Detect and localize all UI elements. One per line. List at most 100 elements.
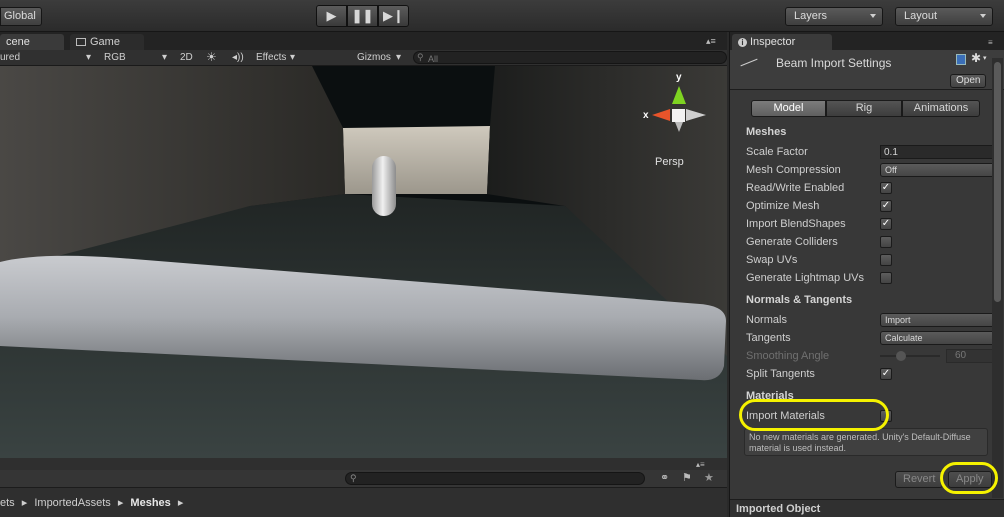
gizmo-neg-y-arrow[interactable] — [675, 122, 683, 132]
filter-by-label-icon[interactable]: ⚑ — [682, 471, 692, 484]
scrollbar-thumb[interactable] — [994, 62, 1001, 302]
tab-game[interactable]: Game — [70, 34, 144, 50]
split-tangents-checkbox[interactable]: ✓ — [880, 368, 892, 380]
persp-label[interactable]: Persp — [655, 156, 684, 168]
game-icon — [76, 38, 86, 46]
tab-model[interactable]: Model — [751, 100, 826, 117]
normals-select[interactable]: Import▴▾ — [880, 313, 1002, 327]
pivot-rotation-toggle[interactable]: Global — [0, 7, 42, 26]
chevron-right-icon: ▸ — [21, 497, 28, 509]
chevron-down-icon: ▾ — [290, 52, 296, 63]
smoothing-angle-row: Smoothing Angle 60 — [746, 347, 1002, 365]
gizmo-x-arrow[interactable] — [652, 109, 670, 121]
render-mode-dropdown[interactable]: RGB — [104, 52, 126, 63]
generate-lightmap-label: Generate Lightmap UVs — [746, 272, 865, 284]
gear-icon[interactable]: ✱ — [971, 51, 981, 65]
play-button[interactable]: ▶ — [316, 5, 347, 27]
inspector-scrollbar[interactable] — [992, 58, 1003, 498]
normals-value: Import — [885, 315, 911, 325]
generate-colliders-label: Generate Colliders — [746, 236, 838, 248]
inspector-tab-bar: i Inspector ≡ — [730, 32, 1004, 50]
scale-factor-row: Scale Factor 0.1 — [746, 143, 1002, 161]
import-blendshapes-label: Import BlendShapes — [746, 218, 846, 230]
toggle-2d-button[interactable]: 2D — [180, 52, 193, 63]
mesh-compression-row: Mesh Compression Off▴▾ — [746, 161, 1002, 179]
breadcrumb-item[interactable]: ImportedAssets — [34, 497, 110, 509]
layers-dropdown[interactable]: Layers — [785, 7, 883, 26]
gizmo-neg-x-arrow[interactable] — [686, 109, 706, 121]
tab-rig[interactable]: Rig — [826, 100, 902, 117]
tangents-select[interactable]: Calculate▴▾ — [880, 331, 1002, 345]
search-placeholder: All — [428, 54, 439, 64]
tab-scene[interactable]: cene — [0, 34, 64, 50]
shading-mode-dropdown[interactable]: ured — [0, 52, 20, 63]
scene-tab-bar: cene Game ▴≡ — [0, 32, 727, 50]
smoothing-angle-slider[interactable] — [880, 355, 940, 357]
tangents-label: Tangents — [746, 332, 791, 344]
pause-button[interactable]: ❚❚ — [347, 5, 378, 27]
mesh-compression-select[interactable]: Off▴▾ — [880, 163, 1002, 177]
search-icon: ⚲ — [417, 52, 424, 62]
open-button[interactable]: Open — [950, 74, 987, 88]
scene-view-toolbar: ured ▾ RGB ▾ 2D ☀ ◂)) Effects ▾ Gizmos ▾… — [0, 50, 727, 66]
gizmo-center-cube[interactable] — [672, 109, 685, 122]
meshes-section-header: Meshes — [746, 126, 787, 138]
breadcrumb-item[interactable]: Meshes — [130, 497, 170, 509]
search-icon: ⚲ — [350, 473, 357, 483]
help-book-icon[interactable] — [956, 54, 966, 65]
mesh-compression-label: Mesh Compression — [746, 164, 841, 176]
step-button[interactable]: ▶❙ — [378, 5, 409, 27]
optimize-mesh-checkbox[interactable]: ✓ — [880, 200, 892, 212]
gizmo-y-arrow[interactable] — [672, 86, 686, 104]
optimize-mesh-label: Optimize Mesh — [746, 200, 820, 212]
slider-handle[interactable] — [896, 351, 906, 361]
tab-inspector[interactable]: i Inspector — [732, 34, 832, 50]
chevron-down-icon: ▾ — [396, 52, 402, 63]
tab-animations[interactable]: Animations — [902, 100, 980, 117]
audio-icon[interactable]: ◂)) — [232, 52, 244, 63]
normals-section-header: Normals & Tangents — [746, 294, 853, 306]
normals-row: Normals Import▴▾ — [746, 311, 1002, 329]
swap-uvs-checkbox[interactable] — [880, 254, 892, 266]
tab-inspector-label: Inspector — [750, 36, 796, 48]
scale-factor-input[interactable]: 0.1 — [880, 145, 1002, 159]
chevron-down-icon — [870, 14, 876, 18]
asset-title: Beam Import Settings — [776, 56, 892, 70]
filter-by-type-icon[interactable]: ⚭ — [660, 471, 669, 484]
import-blendshapes-checkbox[interactable]: ✓ — [880, 218, 892, 230]
read-write-checkbox[interactable]: ✓ — [880, 182, 892, 194]
panel-menu-icon[interactable]: ≡ — [988, 38, 993, 47]
scene-render — [0, 66, 727, 458]
breadcrumb-item[interactable]: ets — [0, 497, 15, 509]
generate-lightmap-checkbox[interactable] — [880, 272, 892, 284]
smoothing-angle-label: Smoothing Angle — [746, 350, 830, 362]
chevron-right-icon: ▸ — [117, 497, 124, 509]
project-search-input[interactable]: ⚲ — [345, 472, 645, 485]
scene-viewport[interactable]: y x Persp — [0, 66, 727, 458]
tangents-row: Tangents Calculate▴▾ — [746, 329, 1002, 347]
tab-scene-label: cene — [6, 36, 30, 48]
panel-menu-icon[interactable]: ▴≡ — [706, 36, 716, 47]
effects-dropdown[interactable]: Effects — [256, 52, 286, 63]
import-blendshapes-row: Import BlendShapes ✓ — [746, 215, 990, 233]
gizmos-dropdown[interactable]: Gizmos — [357, 52, 391, 63]
step-icon: ▶❙ — [383, 8, 404, 23]
mesh-compression-value: Off — [885, 165, 897, 175]
import-materials-highlight — [739, 399, 889, 431]
generate-colliders-checkbox[interactable] — [880, 236, 892, 248]
scene-search-input[interactable]: ⚲ All — [413, 51, 727, 64]
lock-icon[interactable]: ▴≡ — [696, 460, 705, 469]
play-icon: ▶ — [326, 8, 337, 23]
revert-button[interactable]: Revert — [895, 471, 944, 488]
scale-factor-label: Scale Factor — [746, 146, 808, 158]
generate-lightmap-row: Generate Lightmap UVs — [746, 269, 990, 287]
light-icon[interactable]: ☀ — [206, 50, 217, 64]
tab-game-label: Game — [90, 36, 120, 48]
orientation-gizmo[interactable]: y x Persp — [640, 72, 720, 172]
layout-dropdown[interactable]: Layout — [895, 7, 993, 26]
gizmo-x-label: x — [643, 110, 649, 121]
favorite-star-icon[interactable]: ★ — [704, 471, 714, 484]
gizmo-y-label: y — [676, 72, 682, 83]
tangents-value: Calculate — [885, 333, 923, 343]
read-write-row: Read/Write Enabled ✓ — [746, 179, 990, 197]
